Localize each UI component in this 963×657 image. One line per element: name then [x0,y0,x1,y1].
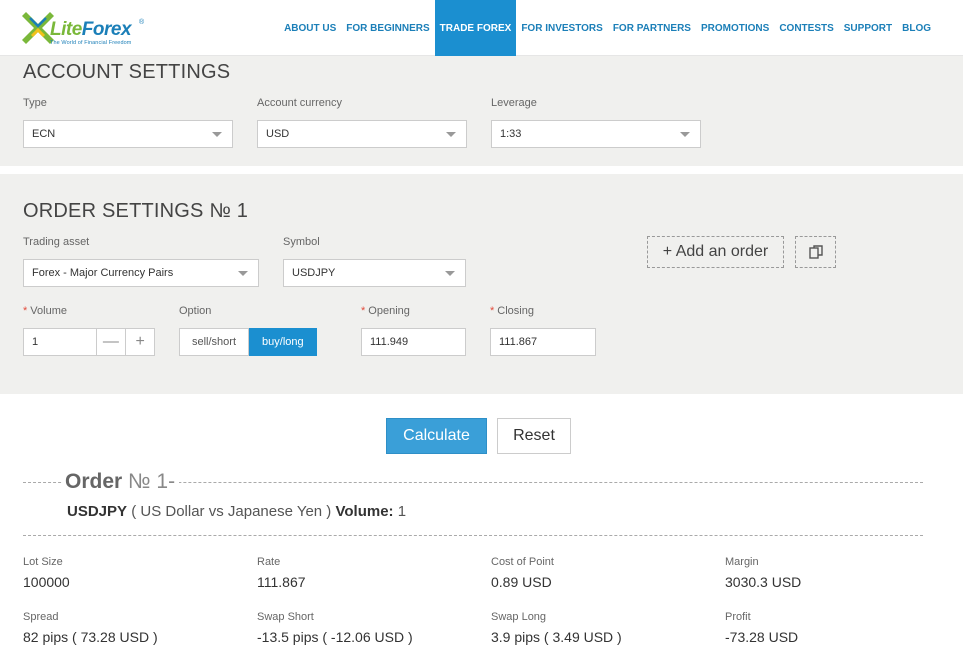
nav-contests[interactable]: CONTESTS [774,0,838,56]
option-buy-long[interactable]: buy/long [249,328,317,356]
required-marker: * [490,305,495,317]
option-toggle: sell/short buy/long [179,328,317,356]
rate-cell: Rate 111.867 [257,556,306,590]
rate-label: Rate [257,556,281,568]
result-volume-value: 1 [393,503,407,520]
cost-of-point-cell: Cost of Point 0.89 USD [491,556,554,590]
required-marker: * [361,305,366,317]
currency-select-value: USD [266,128,290,140]
nav-about-us[interactable]: ABOUT US [279,0,341,56]
logo-tagline: The World of Financial Freedom [50,40,132,46]
swap-long-label: Swap Long [491,611,547,623]
nav-support[interactable]: SUPPORT [839,0,897,56]
nav-trade-forex[interactable]: TRADE FOREX [434,0,517,56]
leverage-select[interactable]: 1:33 [491,120,701,148]
spread-cell: Spread 82 pips ( 73.28 USD ) [23,611,158,645]
profit-label: Profit [725,611,751,623]
chevron-down-icon [212,132,222,137]
type-label: Type [23,97,47,109]
rate-value: 111.867 [257,574,306,590]
trading-asset-select[interactable]: Forex - Major Currency Pairs [23,259,259,287]
volume-increment-button[interactable]: + [125,329,154,355]
spread-label: Spread [23,611,59,623]
symbol-label: Symbol [283,236,320,248]
registered-mark: ® [139,19,145,26]
chevron-down-icon [445,271,455,276]
opening-price-input[interactable]: 111.949 [361,328,466,356]
chevron-down-icon [680,132,690,137]
order-result-description: USDJPY ( US Dollar vs Japanese Yen ) Vol… [67,503,406,520]
result-symbol: USDJPY [67,503,128,520]
symbol-select[interactable]: USDJPY [283,259,466,287]
option-sell-short[interactable]: sell/short [179,328,250,356]
symbol-value: USDJPY [292,267,336,279]
calculate-button[interactable]: Calculate [386,418,487,454]
swap-short-value: -13.5 pips ( -12.06 USD ) [257,629,413,645]
reset-button[interactable]: Reset [497,418,571,454]
leverage-label: Leverage [491,97,537,109]
order-settings-section: ORDER SETTINGS № 1 Trading asset Forex -… [0,174,963,394]
swap-short-cell: Swap Short -13.5 pips ( -12.06 USD ) [257,611,413,645]
swap-long-cell: Swap Long 3.9 pips ( 3.49 USD ) [491,611,622,645]
liteforex-logo[interactable]: LiteForex ® The World of Financial Freed… [22,6,152,50]
nav-for-partners[interactable]: FOR PARTNERS [608,0,696,56]
closing-label: * Closing [490,305,534,317]
option-label: Option [179,305,212,317]
add-order-button[interactable]: + Add an order [647,236,784,268]
order-result-header: Order № 1- [23,470,923,496]
cost-of-point-label: Cost of Point [491,556,554,568]
dashed-divider [23,535,923,536]
swap-short-label: Swap Short [257,611,314,623]
lot-size-cell: Lot Size 100000 [23,556,70,590]
type-select-value: ECN [32,128,56,140]
volume-decrement-button[interactable]: — [97,329,126,355]
account-settings-section: ACCOUNT SETTINGS Type ECN Account curren… [0,56,963,166]
margin-value: 3030.3 USD [725,574,802,590]
result-volume-label: Volume: [335,503,394,520]
main-nav: ABOUT US FOR BEGINNERS TRADE FOREX FOR I… [279,0,936,56]
lot-size-label: Lot Size [23,556,63,568]
type-select[interactable]: ECN [23,120,233,148]
chevron-down-icon [238,271,248,276]
profit-cell: Profit -73.28 USD [725,611,798,645]
trading-asset-value: Forex - Major Currency Pairs [32,267,174,279]
currency-label: Account currency [257,97,342,109]
cost-of-point-value: 0.89 USD [491,574,552,590]
chevron-down-icon [446,132,456,137]
volume-label: * Volume [23,305,67,317]
site-header: LiteForex ® The World of Financial Freed… [0,0,963,56]
profit-value: -73.28 USD [725,629,799,645]
nav-blog[interactable]: BLOG [897,0,936,56]
nav-for-investors[interactable]: FOR INVESTORS [516,0,608,56]
order-settings-title: ORDER SETTINGS № 1 [23,200,249,222]
spread-value: 82 pips ( 73.28 USD ) [23,629,158,645]
copy-icon [808,245,823,259]
volume-stepper: 1 — + [23,328,155,356]
margin-label: Margin [725,556,759,568]
copy-order-button[interactable] [795,236,836,268]
opening-label: * Opening [361,305,410,317]
swap-long-value: 3.9 pips ( 3.49 USD ) [491,629,622,645]
trading-asset-label: Trading asset [23,236,90,248]
lot-size-value: 100000 [23,574,70,590]
nav-promotions[interactable]: PROMOTIONS [696,0,774,56]
result-symbol-desc: ( US Dollar vs Japanese Yen ) [127,503,336,520]
nav-for-beginners[interactable]: FOR BEGINNERS [341,0,434,56]
order-result-title: Order № 1- [63,470,180,494]
leverage-select-value: 1:33 [500,128,522,140]
currency-select[interactable]: USD [257,120,467,148]
required-marker: * [23,305,28,317]
logo-wordmark: LiteForex [50,19,132,40]
volume-input[interactable]: 1 [24,329,97,355]
account-settings-title: ACCOUNT SETTINGS [23,61,231,83]
margin-cell: Margin 3030.3 USD [725,556,801,590]
closing-price-input[interactable]: 111.867 [490,328,596,356]
